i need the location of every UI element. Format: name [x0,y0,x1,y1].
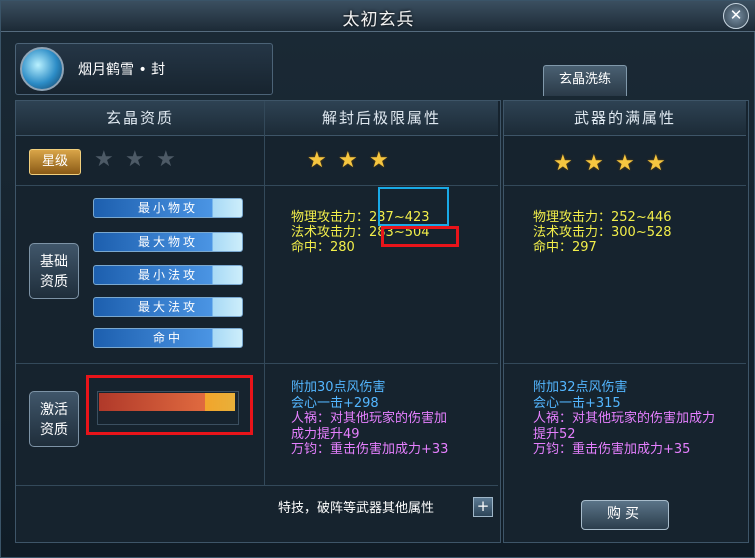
crystal-weapon-icon [20,47,64,91]
stat-bar-label: 最大物攻 [137,235,198,249]
unsealed-pk-2: 成力提升49 [291,427,360,442]
row-divider-basic [16,363,498,364]
tab-crystal-refine[interactable]: 玄晶洗练 [543,65,627,96]
column-header-crystal-quality: 玄晶资质 [16,101,264,136]
stat-bar-min-magic-atk[interactable]: 最小法攻 [93,265,243,285]
activate-quality-label-2: 资质 [40,422,68,438]
stat-bar-label: 命中 [152,331,183,345]
stat-bar-label: 最小法攻 [137,268,198,282]
star-empty-icon: ★ [156,147,176,172]
plus-icon: + [476,497,490,515]
basic-quality-label-2: 资质 [40,274,68,290]
column-header-full-attrs: 武器的满属性 [504,101,746,136]
dialog-window: 太初玄兵 ✕ 烟月鹤雪 • 封 玄晶洗练 玄晶资质 解封后极限属性 武器的满属性… [0,0,755,558]
star-filled-icon: ★ [646,151,666,176]
close-button[interactable]: ✕ [723,3,749,29]
full-hit: 命中：297 [533,240,597,255]
star-empty-icon: ★ [94,147,114,172]
basic-quality-button[interactable]: 基础 资质 [29,243,79,299]
basic-quality-label-1: 基础 [40,254,68,270]
star-filled-icon: ★ [307,148,327,173]
quality-panel [15,100,501,543]
star-filled-icon: ★ [338,148,358,173]
full-heavy: 万钧：重击伤害加成力+35 [533,442,691,457]
star-filled-icon: ★ [369,148,389,173]
close-icon: ✕ [729,6,743,24]
stat-bar-label: 最大法攻 [137,300,198,314]
star-rank-label: 星级 [29,149,81,175]
row-divider-basic-right [504,363,746,364]
full-pk-1: 人祸：对其他玩家的伤害加成力 [533,411,716,426]
expand-plus-button[interactable]: + [473,497,493,517]
unsealed-crit: 会心一击+298 [291,396,379,411]
stat-bar-min-phys-atk[interactable]: 最小物攻 [93,198,243,218]
star-empty-icon: ★ [125,147,145,172]
activate-quality-button[interactable]: 激活 资质 [29,391,79,447]
unsealed-hit: 命中：280 [291,240,355,255]
buy-button[interactable]: 购买 [581,500,669,530]
star-filled-icon: ★ [553,151,573,176]
unsealed-pk-1: 人祸：对其他玩家的伤害加 [291,411,448,426]
stat-bar-max-phys-atk[interactable]: 最大物攻 [93,232,243,252]
stat-bar-hit[interactable]: 命中 [93,328,243,348]
stat-bar-label: 最小物攻 [137,201,198,215]
full-phys-atk: 物理攻击力：252~446 [533,210,672,225]
unsealed-heavy: 万钧：重击伤害加成力+33 [291,442,449,457]
full-magic-atk: 法术攻击力：300~528 [533,225,672,240]
full-wind-dmg: 附加32点风伤害 [533,380,628,395]
item-name: 烟月鹤雪 • 封 [78,62,166,78]
highlight-box-cyan [378,187,449,226]
unsealed-wind-dmg: 附加30点风伤害 [291,380,386,395]
activate-quality-label-1: 激活 [40,402,68,418]
other-attrs-label: 特技，破阵等武器其他属性 [278,501,435,516]
highlight-box-red [381,226,459,247]
window-title: 太初玄兵 [342,10,415,30]
item-card[interactable]: 烟月鹤雪 • 封 [15,43,273,95]
title-bar: 太初玄兵 ✕ [1,1,755,32]
full-pk-2: 提升52 [533,427,576,442]
column-divider [264,101,265,485]
full-crit: 会心一击+315 [533,396,621,411]
row-divider-activate [16,485,498,486]
highlight-box-red-activate [86,375,253,435]
column-header-unsealed-attrs: 解封后极限属性 [265,101,498,136]
star-filled-icon: ★ [615,151,635,176]
row-divider-star-right [504,185,746,186]
row-divider-star [16,185,498,186]
star-filled-icon: ★ [584,151,604,176]
stat-bar-max-magic-atk[interactable]: 最大法攻 [93,297,243,317]
